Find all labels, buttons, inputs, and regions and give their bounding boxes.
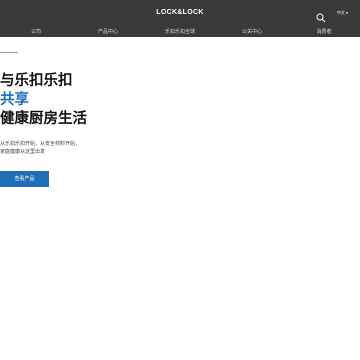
hero-headline-2: 共享 (0, 92, 29, 108)
chevron-down-icon: ▾ (346, 10, 349, 15)
hero-description-line-1: 从乐扣乐扣开始，从安全材料开始， (0, 141, 81, 147)
main-nav: 公司 产品中心 乐扣乐扣全球 公关中心 消费者 (0, 28, 360, 37)
hero-description-line-2: 家庭健康从这里出发 (0, 149, 46, 155)
top-header: LOCK&LOCK 中文▾ 公司 产品中心 乐扣乐扣全球 公关中心 消费者 (0, 0, 360, 37)
search-icon[interactable] (316, 8, 326, 23)
hero-headline-1: 与乐扣乐扣 (0, 73, 73, 89)
view-products-button[interactable]: 查看产品 (0, 171, 49, 187)
hero-headline-3: 健康厨房生活 (0, 111, 87, 127)
nav-item-consumer[interactable]: 消费者 (316, 28, 331, 37)
nav-item-pr-center[interactable]: 公关中心 (242, 28, 262, 37)
language-label: 中文 (337, 10, 345, 15)
brand-logo[interactable]: LOCK&LOCK (0, 9, 360, 16)
nav-item-global[interactable]: 乐扣乐扣全球 (165, 28, 195, 37)
hero-description: 从乐扣乐扣开始，从安全材料开始， 家庭健康从这里出发 (0, 140, 120, 156)
nav-item-company[interactable]: 公司 (31, 28, 41, 37)
nav-item-products[interactable]: 产品中心 (98, 28, 118, 37)
language-select[interactable]: 中文▾ (337, 9, 348, 17)
hero-divider (0, 52, 18, 53)
